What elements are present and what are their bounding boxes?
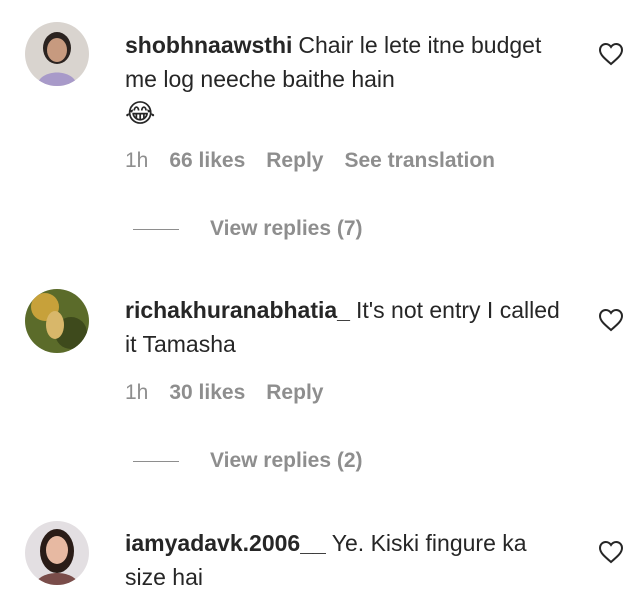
likes-count[interactable]: 30 likes [169, 381, 245, 404]
avatar[interactable] [25, 521, 89, 585]
replies-divider-line [133, 460, 179, 462]
laughing-emoji: 😂 [125, 98, 156, 128]
likes-count[interactable]: 66 likes [169, 149, 245, 172]
view-replies-label: View replies (2) [210, 449, 363, 472]
comment-body: iamyadavk.2006__ Ye. Kiski fingure ka siz… [125, 526, 565, 594]
like-heart-icon[interactable] [598, 540, 624, 564]
avatar[interactable] [25, 289, 89, 353]
comment-body: shobhnaawsthi Chair le lete itne budget m… [125, 28, 565, 131]
like-heart-icon[interactable] [598, 308, 624, 332]
comment-time: 1h [125, 149, 149, 172]
comment-meta: 1h 30 likes Reply [125, 381, 344, 405]
comment-username[interactable]: iamyadavk.2006__ [125, 530, 326, 556]
comment-username[interactable]: richakhuranabhatia_ [125, 297, 350, 323]
view-replies-button[interactable]: View replies (7) [133, 217, 363, 241]
see-translation-button[interactable]: See translation [344, 149, 495, 172]
replies-divider-line [133, 228, 179, 230]
avatar[interactable] [25, 22, 89, 86]
view-replies-button[interactable]: View replies (2) [133, 449, 363, 473]
view-replies-label: View replies (7) [210, 217, 363, 240]
reply-button[interactable]: Reply [266, 381, 323, 404]
comment-username[interactable]: shobhnaawsthi [125, 32, 292, 58]
comment-body: richakhuranabhatia_ It's not entry I call… [125, 293, 565, 361]
comment-time: 1h [125, 381, 149, 404]
like-heart-icon[interactable] [598, 42, 624, 66]
comment-meta: 1h 66 likes Reply See translation [125, 149, 516, 173]
reply-button[interactable]: Reply [266, 149, 323, 172]
